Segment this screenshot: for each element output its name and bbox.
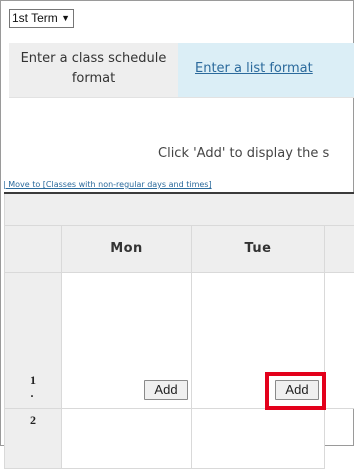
instruction-text: Click 'Add' to display the s <box>158 146 330 161</box>
timetable-header-band <box>4 194 354 226</box>
day-label: Mon <box>110 241 143 256</box>
period-separator: · <box>30 389 35 403</box>
period-number: 2 <box>30 413 36 427</box>
term-select[interactable]: 1st Term ▼ <box>9 9 74 28</box>
timetable: Mon Tue 1 · Add Add 2 <box>4 194 354 469</box>
slot-mon-period-1: Add <box>62 273 192 409</box>
term-select-value: 1st Term <box>12 11 58 25</box>
period-number: 1 <box>30 373 36 387</box>
period-header-cell: 2 <box>4 409 62 469</box>
day-header-mon: Mon <box>62 226 192 273</box>
highlight-box <box>265 372 326 410</box>
slot-next-period-1 <box>325 273 354 409</box>
day-header-next <box>325 226 354 273</box>
chevron-down-icon: ▼ <box>61 13 70 23</box>
list-format-link[interactable]: Enter a list format <box>195 61 313 76</box>
tab-class-schedule-label: Enter a class schedule format <box>20 51 167 86</box>
slot-mon-period-2 <box>62 409 192 469</box>
divider <box>9 97 354 98</box>
move-to-irregular-classes-link[interactable]: | Move to [Classes with non-regular days… <box>3 180 212 189</box>
day-label: Tue <box>244 241 272 256</box>
add-button-mon[interactable]: Add <box>144 380 188 400</box>
tab-list-format[interactable]: Enter a list format <box>178 43 354 97</box>
slot-tue-period-2 <box>192 409 325 469</box>
period-header-cell: 1 · <box>4 273 62 409</box>
timetable-corner-cell <box>4 226 62 273</box>
tab-class-schedule-format[interactable]: Enter a class schedule format <box>9 43 178 97</box>
day-header-tue: Tue <box>192 226 325 273</box>
